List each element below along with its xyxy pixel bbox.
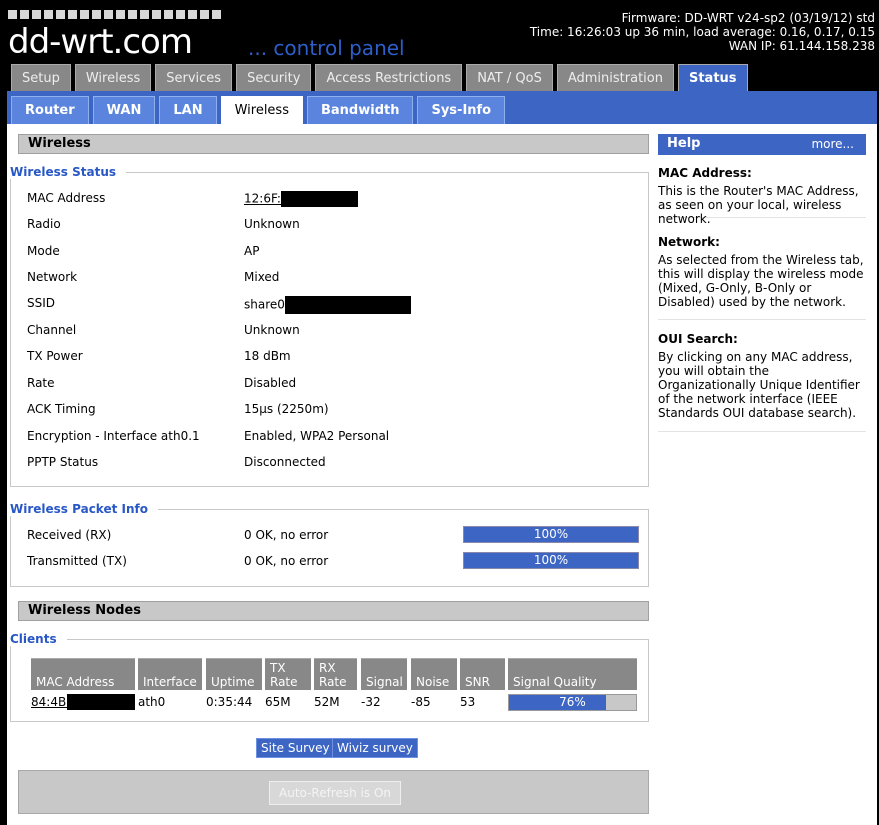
client-snr: 53: [460, 695, 476, 709]
help-section-oui: OUI Search: By clicking on any MAC addre…: [658, 332, 866, 432]
signal-quality-bar: 76%: [508, 694, 637, 711]
status-label: Network: [27, 270, 78, 284]
client-uptime: 0:35:44: [206, 695, 253, 709]
help-section-network: Network: As selected from the Wireless t…: [658, 235, 866, 320]
status-value: 18 dBm: [244, 349, 291, 363]
header: dd-wrt.com ... control panel Firmware: D…: [0, 0, 879, 92]
help-section-title: Network:: [658, 235, 720, 249]
tab-setup[interactable]: Setup: [11, 64, 71, 92]
col-noise[interactable]: Noise: [411, 658, 457, 690]
status-value: Unknown: [244, 323, 300, 337]
subtab-wireless[interactable]: Wireless: [220, 96, 303, 125]
control-panel-subtitle: ... control panel: [248, 36, 405, 60]
subtab-router[interactable]: Router: [11, 96, 89, 125]
status-label: MAC Address: [27, 191, 106, 205]
help-section-title: OUI Search:: [658, 332, 738, 346]
uptime-info: Time: 16:26:03 up 36 min, load average: …: [529, 25, 875, 39]
rx-progress-bar: 100%: [463, 526, 639, 543]
table-row: 84:4B: ath0 0:35:44 65M 52M -32 -85 53 7…: [31, 694, 637, 712]
tab-services[interactable]: Services: [155, 64, 233, 92]
subtab-lan[interactable]: LAN: [159, 96, 217, 125]
status-label: Mode: [27, 244, 60, 258]
footer-actions: Auto-Refresh is On: [18, 770, 649, 814]
content-area: Wireless Wireless Status MAC Address 12:…: [7, 124, 877, 825]
help-section-text: This is the Router's MAC Address, as see…: [658, 184, 859, 226]
site-survey-button[interactable]: Site Survey: [256, 738, 335, 758]
packet-value: 0 OK, no error: [244, 554, 329, 568]
help-section-mac: MAC Address: This is the Router's MAC Ad…: [658, 166, 866, 226]
col-mac-address[interactable]: MAC Address: [31, 658, 135, 690]
client-rx-rate: 52M: [314, 695, 340, 709]
status-value: Enabled, WPA2 Personal: [244, 429, 390, 443]
redaction: [284, 296, 411, 314]
tab-status[interactable]: Status: [677, 64, 748, 92]
tab-access-restrictions[interactable]: Access Restrictions: [315, 64, 463, 92]
tab-administration[interactable]: Administration: [556, 64, 674, 92]
status-value: Mixed: [244, 270, 280, 284]
clients-table-header: MAC Address Interface Uptime TX Rate RX …: [31, 658, 637, 692]
signal-quality-text: 76%: [559, 695, 586, 709]
status-label: Rate: [27, 376, 55, 390]
status-label: Encryption - Interface ath0.1: [27, 429, 200, 443]
status-label: TX Power: [27, 349, 83, 363]
client-tx-rate: 65M: [265, 695, 291, 709]
col-snr[interactable]: SNR: [460, 658, 505, 690]
status-value: Unknown: [244, 217, 300, 231]
wireless-status-legend: Wireless Status: [10, 165, 127, 179]
tx-progress-bar: 100%: [463, 552, 639, 569]
client-signal: -32: [361, 695, 381, 709]
col-signal-quality[interactable]: Signal Quality: [508, 658, 637, 690]
packet-value: 0 OK, no error: [244, 528, 329, 542]
help-more-link[interactable]: more...: [811, 134, 854, 154]
tab-nat-qos[interactable]: NAT / QoS: [466, 64, 553, 92]
mac-address-value[interactable]: 12:6F:: [244, 191, 358, 207]
client-interface: ath0: [138, 695, 166, 709]
logo-dots: [8, 10, 221, 20]
tab-wireless[interactable]: Wireless: [74, 64, 152, 92]
firmware-version: Firmware: DD-WRT v24-sp2 (03/19/12) std: [621, 11, 875, 25]
col-uptime[interactable]: Uptime: [206, 658, 262, 690]
status-value: AP: [244, 244, 260, 258]
auto-refresh-button[interactable]: Auto-Refresh is On: [269, 781, 401, 805]
col-signal[interactable]: Signal: [361, 658, 407, 690]
sub-tabs: Router WAN LAN Wireless Bandwidth Sys-In…: [11, 96, 506, 125]
ssid-value: share0: [244, 296, 411, 314]
packet-label: Transmitted (TX): [27, 554, 127, 568]
tab-security[interactable]: Security: [236, 64, 312, 92]
col-tx-rate[interactable]: TX Rate: [265, 658, 311, 690]
subtab-sys-info[interactable]: Sys-Info: [417, 96, 506, 125]
col-rx-rate[interactable]: RX Rate: [314, 658, 357, 690]
col-interface[interactable]: Interface: [138, 658, 202, 690]
subtab-wan[interactable]: WAN: [92, 96, 156, 125]
help-section-title: MAC Address:: [658, 166, 752, 180]
help-section-text: By clicking on any MAC address, you will…: [658, 350, 860, 420]
main-tabs: Setup Wireless Services Security Access …: [11, 64, 748, 92]
client-noise: -85: [411, 695, 431, 709]
logo[interactable]: dd-wrt.com: [8, 22, 193, 62]
section-title: Wireless: [18, 134, 649, 154]
status-value: 15µs (2250m): [244, 402, 329, 416]
wiviz-survey-button[interactable]: Wiviz survey: [332, 738, 418, 758]
redaction: [67, 694, 135, 710]
status-label: PPTP Status: [27, 455, 99, 469]
status-value: Disconnected: [244, 455, 326, 469]
clients-legend: Clients: [10, 632, 67, 646]
status-value: Disabled: [244, 376, 297, 390]
wan-ip: WAN IP: 61.144.158.238: [728, 39, 875, 53]
client-mac-link[interactable]: 84:4B:: [31, 695, 70, 709]
status-label: Radio: [27, 217, 61, 231]
help-title: Help: [667, 136, 701, 151]
packet-label: Received (RX): [27, 528, 112, 542]
help-header: Help more...: [658, 134, 866, 155]
firmware-info: Firmware: DD-WRT v24-sp2 (03/19/12) std …: [530, 11, 875, 53]
nodes-title: Wireless Nodes: [18, 601, 649, 621]
help-section-text: As selected from the Wireless tab, this …: [658, 253, 864, 309]
packet-info-fieldset: [10, 509, 649, 587]
status-label: SSID: [27, 296, 56, 310]
status-label: ACK Timing: [27, 402, 96, 416]
redaction: [280, 191, 358, 207]
packet-info-legend: Wireless Packet Info: [10, 502, 158, 516]
subtab-bandwidth[interactable]: Bandwidth: [306, 96, 414, 125]
status-label: Channel: [27, 323, 77, 337]
